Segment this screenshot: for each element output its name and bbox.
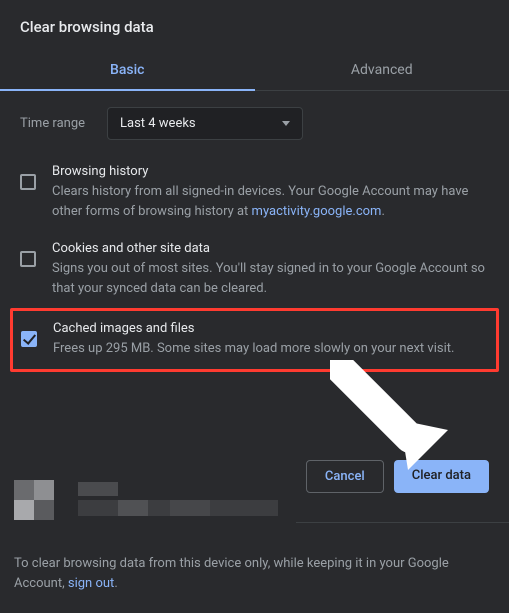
footer-note: To clear browsing data from this device …	[0, 540, 509, 613]
tab-advanced[interactable]: Advanced	[255, 50, 509, 90]
checkbox-cookies[interactable]	[20, 251, 36, 267]
tab-basic[interactable]: Basic	[0, 50, 255, 90]
time-range-value: Last 4 weeks	[120, 116, 196, 131]
option-text: Cookies and other site data Signs you ou…	[52, 241, 489, 298]
option-desc: Signs you out of most sites. You'll stay…	[52, 259, 489, 298]
option-text: Browsing history Clears history from all…	[52, 164, 489, 221]
options-list: Browsing history Clears history from all…	[0, 146, 509, 372]
clear-browsing-data-dialog: Clear browsing data Basic Advanced Time …	[0, 0, 509, 509]
time-range-select[interactable]: Last 4 weeks	[107, 107, 303, 140]
option-cache: Cached images and files Frees up 295 MB.…	[10, 308, 499, 372]
time-range-label: Time range	[20, 116, 95, 131]
option-browsing-history: Browsing history Clears history from all…	[0, 154, 509, 231]
checkbox-cache[interactable]	[21, 331, 37, 347]
checkbox-browsing-history[interactable]	[20, 174, 36, 190]
option-desc: Frees up 295 MB. Some sites may load mor…	[53, 339, 488, 359]
option-desc: Clears history from all signed-in device…	[52, 182, 489, 221]
tabs: Basic Advanced	[0, 50, 509, 91]
option-title: Browsing history	[52, 164, 489, 179]
option-title: Cookies and other site data	[52, 241, 489, 256]
option-text: Cached images and files Frees up 295 MB.…	[53, 321, 488, 359]
dialog-title: Clear browsing data	[0, 0, 509, 50]
option-title: Cached images and files	[53, 321, 488, 336]
chevron-down-icon	[282, 121, 290, 126]
sign-out-link[interactable]: sign out	[68, 576, 114, 591]
blurred-account-region	[0, 476, 509, 544]
myactivity-link[interactable]: myactivity.google.com	[252, 204, 382, 219]
option-cookies: Cookies and other site data Signs you ou…	[0, 231, 509, 308]
time-range-row: Time range Last 4 weeks	[0, 91, 509, 146]
